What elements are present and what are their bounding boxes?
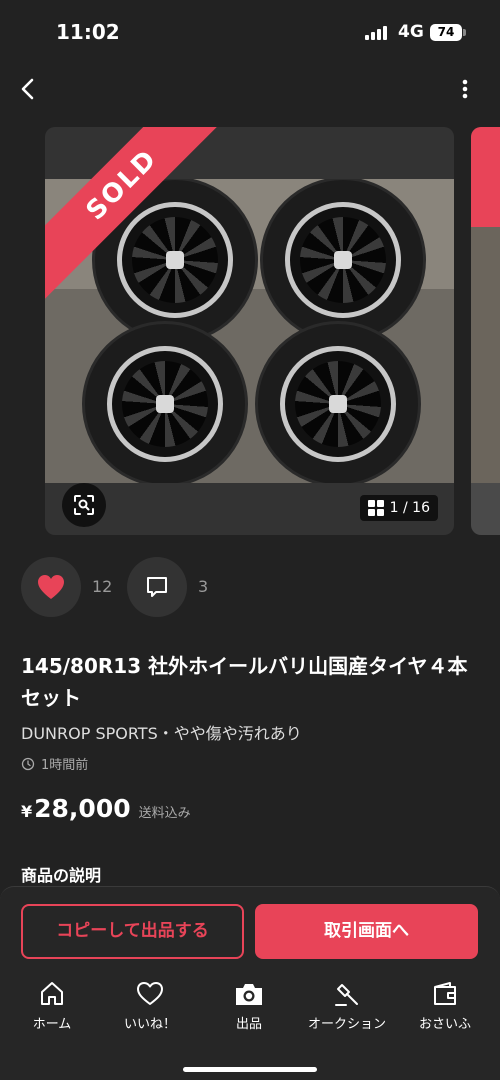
gavel-icon — [335, 984, 358, 1006]
transaction-button[interactable]: 取引画面へ — [255, 904, 478, 959]
bottom-bar: コピーして出品する 取引画面へ ホーム いいね！ 出品 オークション おさいふ — [0, 886, 500, 1080]
copy-listing-button[interactable]: コピーして出品する — [21, 904, 244, 959]
tab-sell[interactable]: 出品 — [204, 979, 294, 1032]
like-count: 12 — [92, 577, 113, 596]
network-type: 4G — [398, 22, 424, 42]
signal-icon — [365, 25, 387, 40]
tire-wheel — [260, 179, 426, 343]
more-button[interactable] — [452, 76, 478, 102]
photo-card[interactable]: SOLD 1 / 16 — [45, 127, 454, 535]
shipping-note: 送料込み — [138, 806, 191, 821]
heart-outline-icon — [137, 982, 163, 1005]
tab-likes-label: いいね！ — [123, 1017, 176, 1032]
price: ¥ 28,000 送料込み — [21, 794, 191, 823]
currency-symbol: ¥ — [21, 802, 33, 821]
chevron-left-icon — [21, 78, 34, 100]
tab-auction[interactable]: オークション — [302, 979, 392, 1032]
photo-counter-text: 1 / 16 — [389, 500, 430, 516]
wallet-icon — [434, 982, 456, 1005]
comment-button[interactable] — [127, 557, 187, 617]
price-amount: 28,000 — [34, 794, 131, 823]
clock: 11:02 — [56, 20, 120, 44]
tab-auction-label: オークション — [307, 1017, 386, 1032]
product-subtitle: DUNROP SPORTS・やや傷や汚れあり — [21, 724, 302, 743]
tab-sell-label: 出品 — [235, 1017, 262, 1032]
tab-wallet[interactable]: おさいふ — [400, 979, 490, 1032]
product-title: 145/80R13 社外ホイールバリ山国産タイヤ４本セット — [21, 654, 468, 710]
clock-icon — [21, 757, 35, 770]
battery-tip — [463, 29, 466, 36]
heart-icon — [38, 575, 64, 599]
status-bar: 11:02 4G 74 — [0, 0, 500, 64]
grid-icon — [367, 500, 384, 516]
posted-time-text: 1時間前 — [41, 758, 89, 773]
tab-likes[interactable]: いいね！ — [105, 979, 195, 1032]
tab-home[interactable]: ホーム — [7, 979, 97, 1032]
scan-search-icon — [74, 495, 94, 515]
home-icon — [41, 982, 63, 1005]
tire-wheel — [82, 321, 248, 483]
tab-bar: ホーム いいね！ 出品 オークション おさいふ — [0, 979, 500, 1039]
comment-icon — [147, 577, 167, 597]
tab-wallet-label: おさいふ — [418, 1017, 471, 1032]
image-search-button[interactable] — [62, 483, 106, 527]
tab-home-label: ホーム — [32, 1017, 72, 1032]
more-vertical-icon — [462, 79, 468, 99]
camera-icon — [236, 984, 262, 1005]
like-button[interactable] — [21, 557, 81, 617]
posted-time: 1時間前 — [21, 754, 88, 773]
description-heading: 商品の説明 — [21, 866, 102, 885]
next-photo-card[interactable] — [471, 127, 500, 535]
tire-wheel — [255, 321, 421, 483]
back-button[interactable] — [14, 74, 44, 104]
battery-icon: 74 — [430, 24, 462, 41]
home-indicator — [183, 1067, 317, 1072]
comment-count: 3 — [198, 577, 209, 596]
photo-counter[interactable]: 1 / 16 — [359, 495, 438, 521]
